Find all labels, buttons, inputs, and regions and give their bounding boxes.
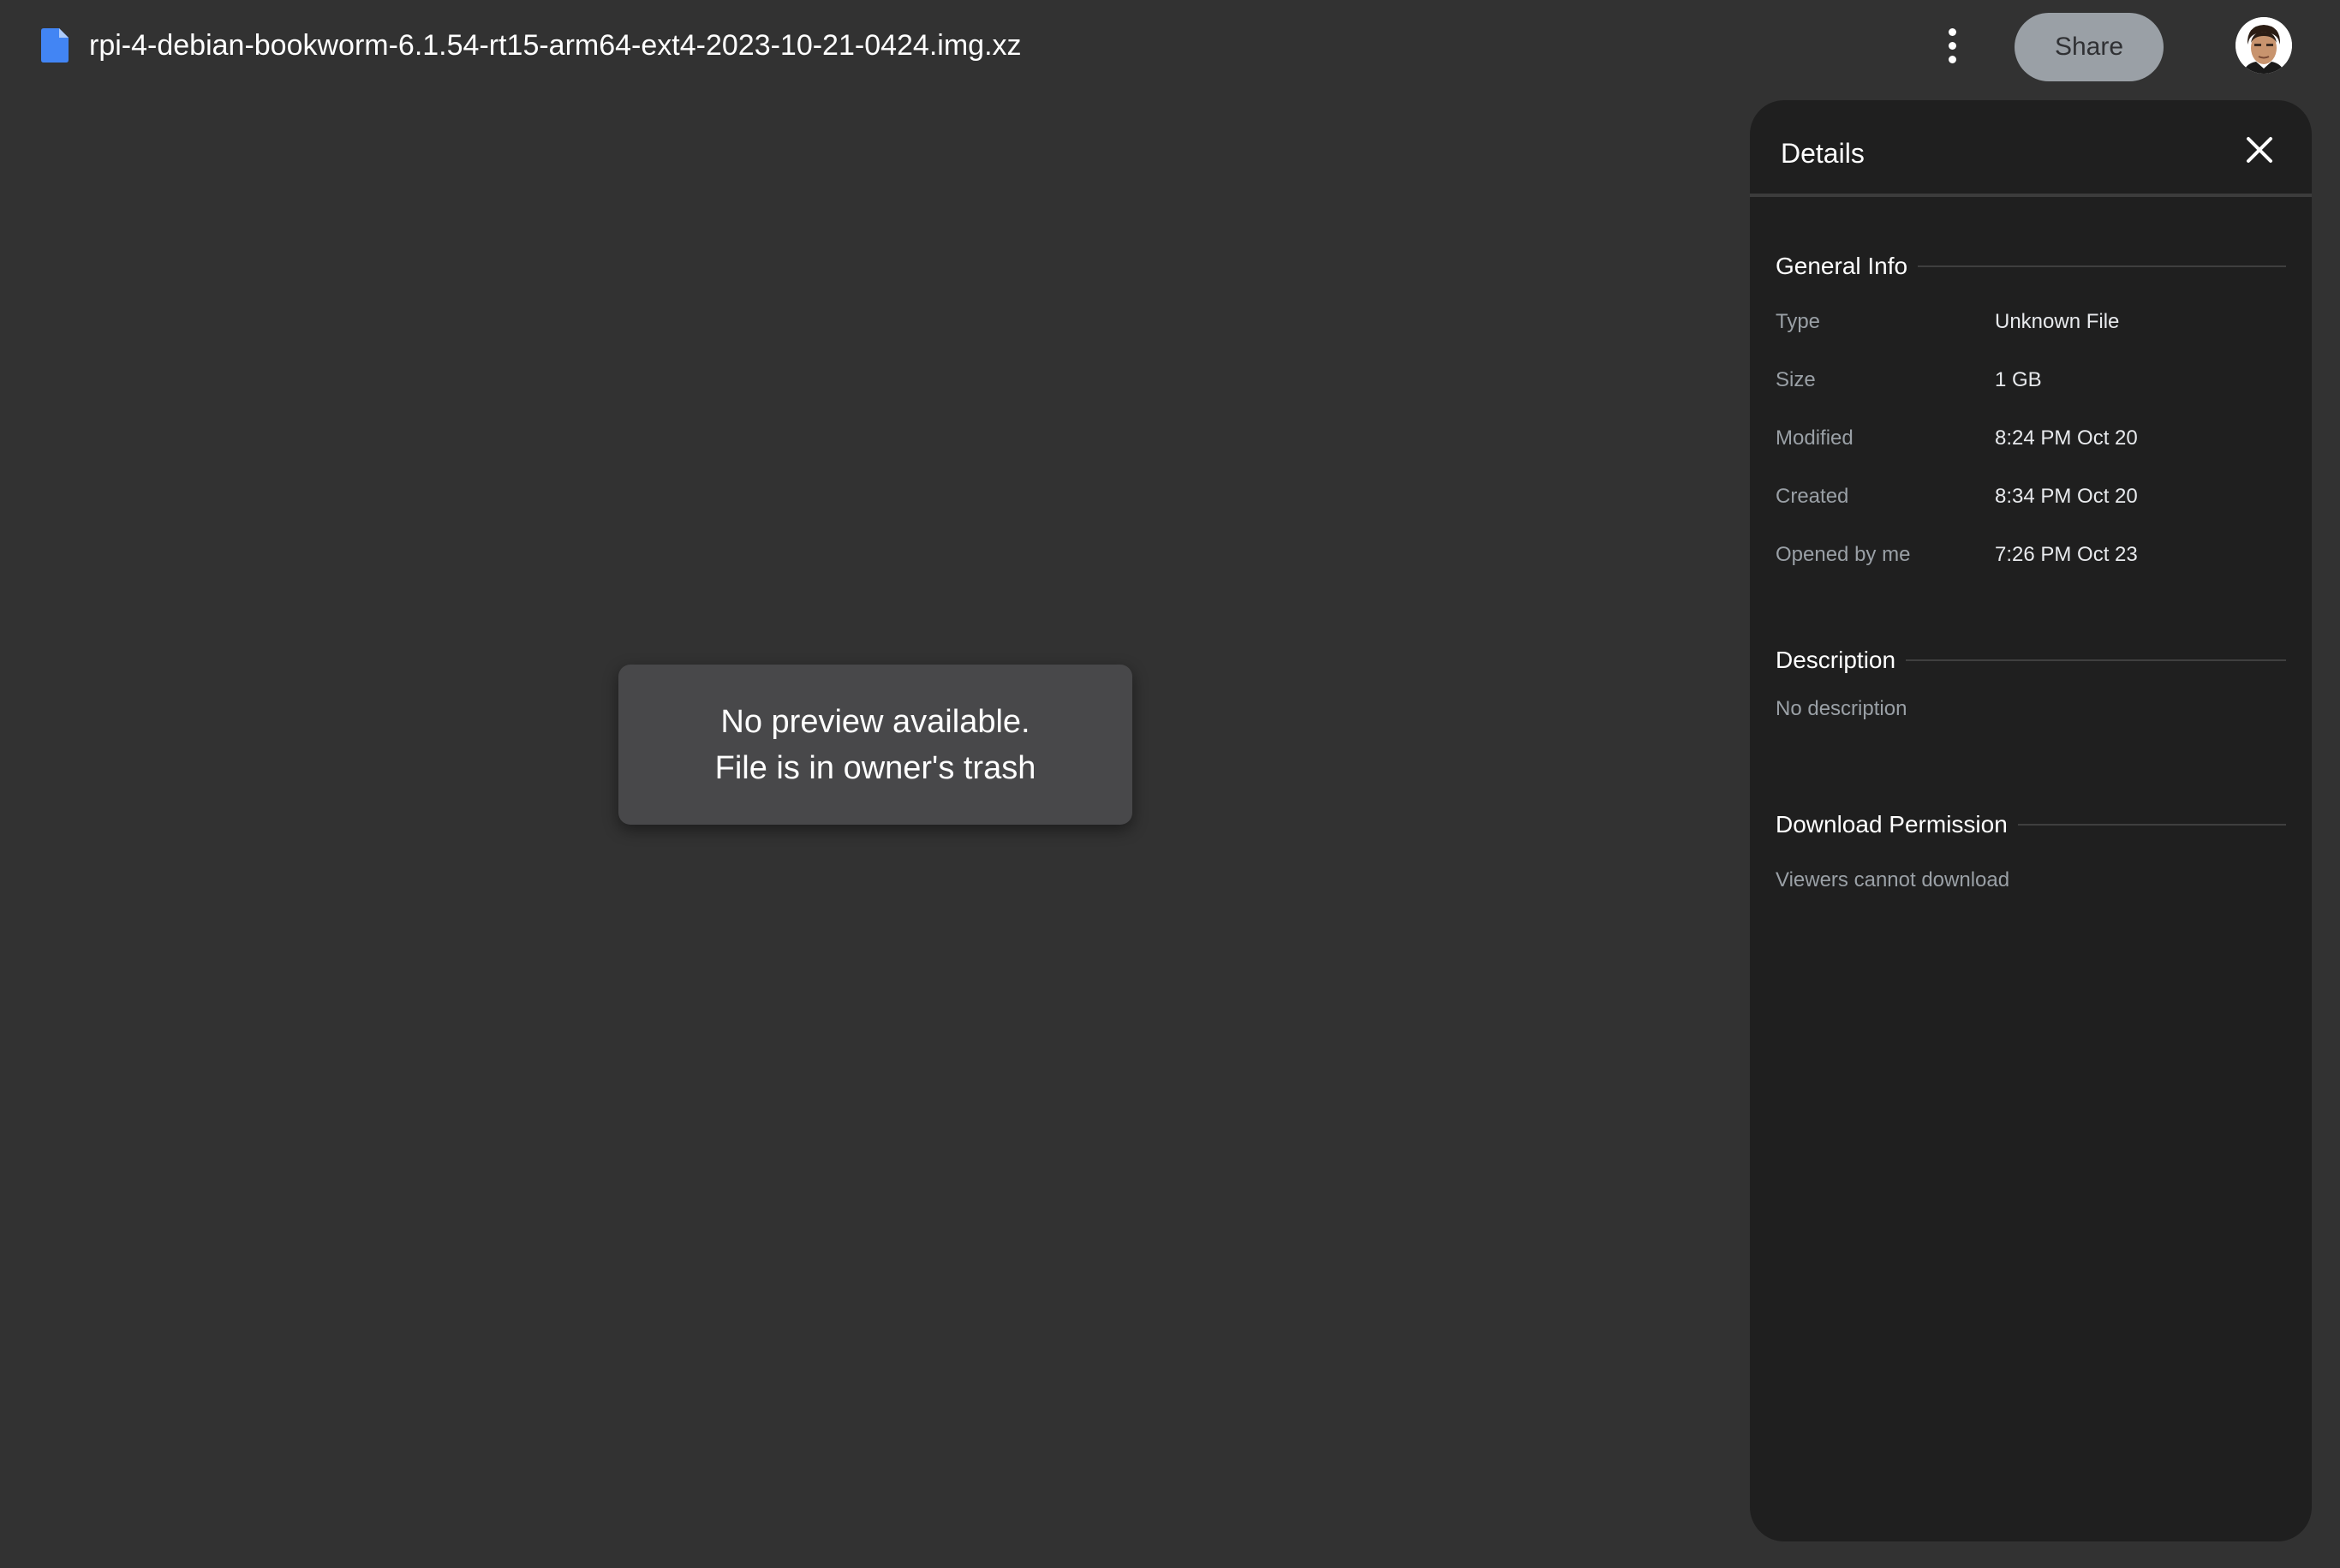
details-panel: Details General Info Type Unknown File S… bbox=[1750, 100, 2312, 1541]
close-details-button[interactable] bbox=[2238, 128, 2281, 171]
description-heading: Description bbox=[1776, 643, 2286, 677]
type-label: Type bbox=[1776, 310, 1821, 333]
download-permission-heading: Download Permission bbox=[1776, 808, 2286, 842]
modified-value: 8:24 PM Oct 20 bbox=[1995, 426, 2138, 450]
top-bar: rpi-4-debian-bookworm-6.1.54-rt15-arm64-… bbox=[0, 0, 2340, 91]
description-title: Description bbox=[1776, 647, 1896, 673]
size-label: Size bbox=[1776, 368, 1816, 391]
details-header: Details bbox=[1750, 100, 2312, 197]
section-divider bbox=[1906, 659, 2286, 661]
share-button[interactable]: Share bbox=[2015, 13, 2164, 81]
avatar-image bbox=[2236, 17, 2292, 74]
more-options-button[interactable] bbox=[1931, 20, 1973, 71]
section-divider bbox=[1918, 265, 2286, 267]
details-title: Details bbox=[1781, 138, 1865, 169]
no-preview-message: No preview available. File is in owner's… bbox=[618, 665, 1132, 825]
general-info-title: General Info bbox=[1776, 253, 1908, 279]
more-vert-icon-dot bbox=[1948, 41, 1956, 50]
file-icon bbox=[41, 28, 69, 63]
description-text: No description bbox=[1776, 697, 1907, 720]
no-preview-line: No preview available. bbox=[720, 703, 1030, 740]
created-value: 8:34 PM Oct 20 bbox=[1995, 485, 2138, 508]
download-permission-text: Viewers cannot download bbox=[1776, 868, 2010, 891]
more-vert-icon-dot bbox=[1948, 55, 1956, 63]
created-label: Created bbox=[1776, 485, 1849, 508]
file-name-title: rpi-4-debian-bookworm-6.1.54-rt15-arm64-… bbox=[89, 29, 1022, 62]
more-vert-icon-dot bbox=[1948, 27, 1956, 36]
size-value: 1 GB bbox=[1995, 368, 2042, 391]
opened-by-me-value: 7:26 PM Oct 23 bbox=[1995, 543, 2138, 566]
modified-label: Modified bbox=[1776, 426, 1853, 450]
type-value: Unknown File bbox=[1995, 310, 2120, 333]
download-permission-title: Download Permission bbox=[1776, 811, 2008, 838]
avatar[interactable] bbox=[2236, 17, 2292, 74]
opened-by-me-label: Opened by me bbox=[1776, 543, 1911, 566]
section-divider bbox=[2017, 824, 2286, 826]
trash-status-line: File is in owner's trash bbox=[714, 749, 1036, 786]
close-icon bbox=[2247, 137, 2272, 163]
general-info-heading: General Info bbox=[1776, 249, 2286, 283]
